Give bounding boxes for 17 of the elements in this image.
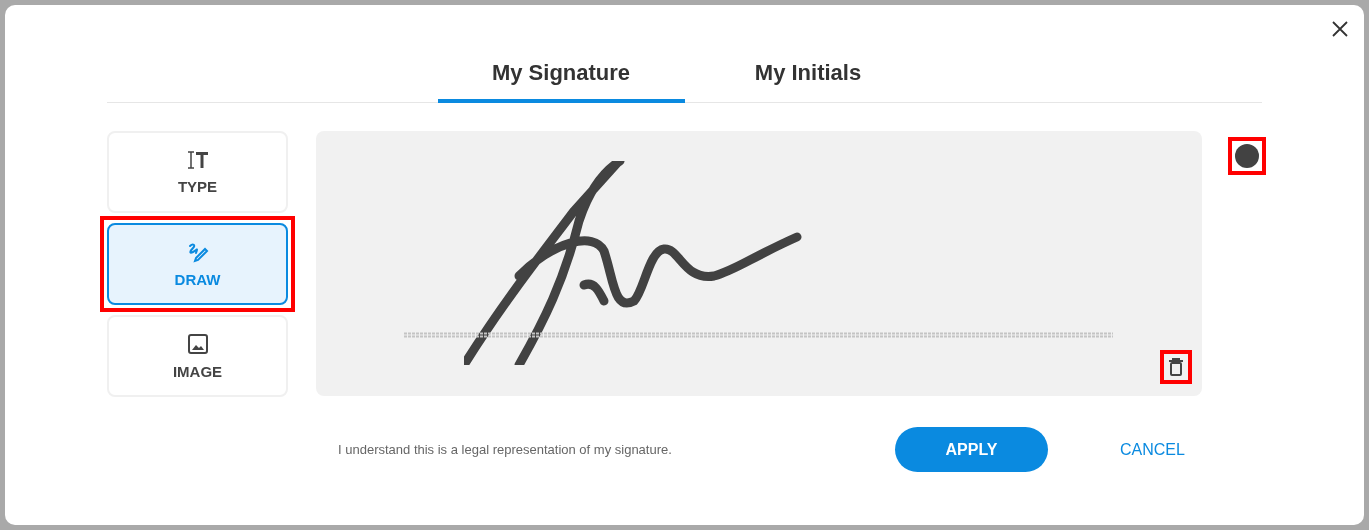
tab[interactable]: My Initials <box>684 53 932 103</box>
consent-text: I understand this is a legal representation of my signature. <box>338 442 673 457</box>
mode-label: TYPE <box>177 177 218 195</box>
tab[interactable]: My Signature <box>437 53 685 103</box>
mode-label: DRAW <box>174 270 221 288</box>
pen-color-swatch[interactable] <box>1235 144 1259 168</box>
cancel-button[interactable]: CANCEL <box>1114 439 1191 460</box>
mode-option[interactable]: TYPE <box>107 131 288 213</box>
image-icon <box>186 332 209 355</box>
text-icon <box>185 149 210 170</box>
signature-pad[interactable] <box>316 131 1202 396</box>
mode-label: IMAGE <box>172 362 223 380</box>
apply-button[interactable]: APPLY <box>895 427 1048 472</box>
mode-option[interactable]: IMAGE <box>107 315 288 397</box>
close-icon[interactable] <box>1330 19 1350 39</box>
pencil-icon <box>186 240 209 263</box>
trash-icon[interactable] <box>1160 350 1192 384</box>
